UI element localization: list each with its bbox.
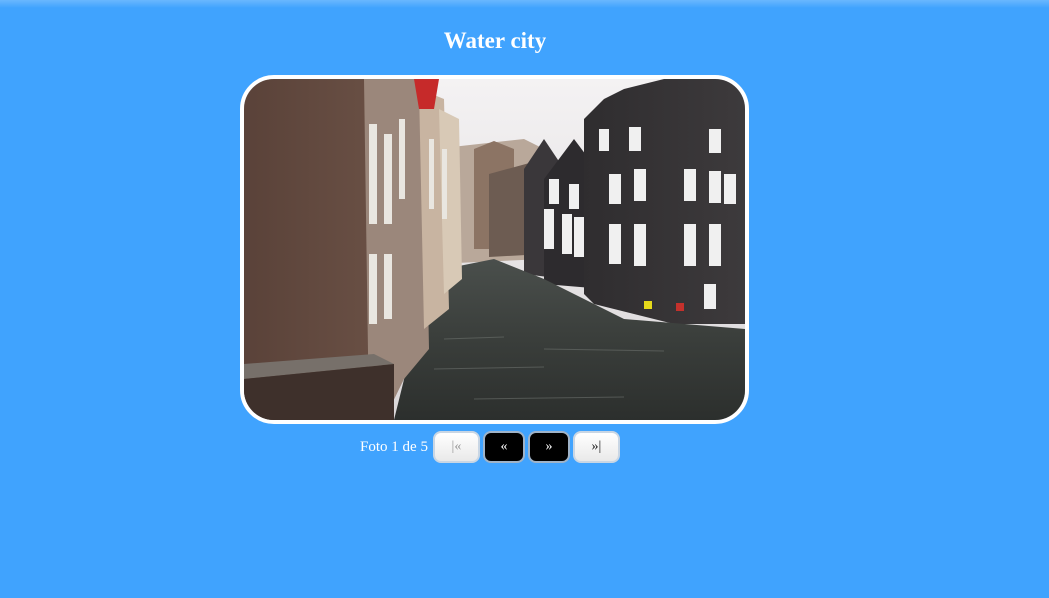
gallery-photo: [244, 79, 745, 420]
first-photo-button[interactable]: |«: [432, 431, 480, 463]
previous-photo-button[interactable]: «: [482, 431, 525, 463]
photo-counter: Foto 1 de 5: [360, 439, 428, 456]
counter-prefix: Foto: [360, 438, 388, 455]
photo-pager: Foto 1 de 5 |« « » »|: [360, 429, 620, 465]
counter-separator: de: [402, 438, 417, 455]
top-gradient-bar: [0, 0, 1049, 8]
counter-current: 1: [391, 438, 399, 455]
next-photo-button[interactable]: »: [527, 431, 570, 463]
counter-total: 5: [420, 438, 428, 455]
last-photo-button[interactable]: »|: [572, 431, 620, 463]
gallery-title: Water city: [443, 28, 547, 53]
photo-frame: [240, 75, 749, 424]
